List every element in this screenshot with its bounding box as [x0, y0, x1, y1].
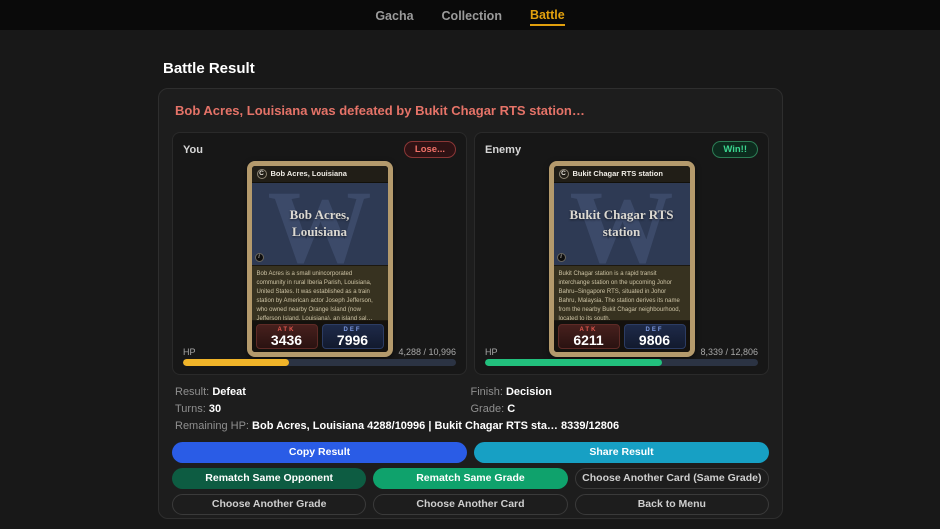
player-panel-you: You Lose... C Bob Acres, Louisiana W Bob…: [172, 131, 467, 375]
nav-item-battle[interactable]: Battle: [529, 4, 565, 27]
hp-bar: [183, 358, 456, 366]
card-art: W Bukit Chagar RTS station i: [553, 182, 690, 265]
top-nav: Gacha Collection Battle: [0, 0, 940, 30]
side-label: Enemy: [485, 143, 522, 156]
choose-another-grade-button[interactable]: Choose Another Grade: [172, 493, 367, 515]
remaining-hp-value: Bob Acres, Louisiana 4288/10996 | Bukit …: [252, 419, 620, 432]
info-icon[interactable]: i: [254, 252, 264, 262]
hp-value: 4,288 / 10,996: [398, 346, 456, 357]
button-row-2: Rematch Same Opponent Rematch Same Grade…: [172, 467, 769, 489]
hp-row: HP 8,339 / 12,806: [485, 347, 758, 357]
card-name: Bob Acres, Louisiana: [270, 169, 347, 179]
copy-result-button[interactable]: Copy Result: [172, 441, 467, 463]
player-panel-header: You Lose...: [183, 140, 456, 159]
result-value: Defeat: [212, 385, 246, 398]
battle-row: You Lose... C Bob Acres, Louisiana W Bob…: [172, 131, 769, 375]
player-panel-header: Enemy Win!!: [485, 140, 758, 159]
player-panel-enemy: Enemy Win!! C Bukit Chagar RTS station W…: [474, 131, 769, 375]
choose-another-card-same-grade-button[interactable]: Choose Another Card (Same Grade): [574, 467, 769, 489]
back-to-menu-button[interactable]: Back to Menu: [574, 493, 769, 515]
hp-label: HP: [183, 346, 196, 357]
grade-label: Grade:: [470, 402, 505, 415]
summary-turns: Turns: 30: [175, 403, 471, 415]
atk-stat: ATK 3436: [255, 323, 318, 349]
lose-badge: Lose...: [403, 140, 456, 159]
result-message: Bob Acres, Louisiana was defeated by Buk…: [175, 103, 585, 118]
side-label: You: [183, 143, 203, 156]
summary-finish: Finish: Decision: [471, 386, 767, 398]
card-title: Bukit Chagar RTS station: [569, 206, 674, 239]
card-header: C Bob Acres, Louisiana: [251, 165, 388, 183]
finish-label: Finish:: [470, 385, 503, 398]
hp-label: HP: [485, 346, 498, 357]
summary-grade: Grade: C: [471, 403, 767, 415]
result-summary: Result: Defeat Finish: Decision Turns: 3…: [172, 386, 769, 432]
card-grade-badge: C: [256, 168, 267, 179]
atk-stat: ATK 6211: [557, 323, 620, 349]
turns-label: Turns:: [175, 402, 206, 415]
card-grade-badge: C: [558, 168, 569, 179]
grade-value: C: [507, 402, 516, 415]
page-title: Battle Result: [163, 60, 255, 77]
hp-fill: [183, 358, 290, 366]
card-header: C Bukit Chagar RTS station: [553, 165, 690, 183]
card-description: Bob Acres is a small unincorporated comm…: [251, 264, 388, 321]
summary-remaining-hp: Remaining HP: Bob Acres, Louisiana 4288/…: [175, 420, 766, 432]
battle-result-panel: Bob Acres, Louisiana was defeated by Buk…: [158, 88, 783, 519]
card-you: C Bob Acres, Louisiana W Bob Acres, Loui…: [246, 160, 393, 357]
card-art: W Bob Acres, Louisiana i: [251, 182, 388, 265]
button-row-3: Choose Another Grade Choose Another Card…: [172, 493, 769, 515]
hp-value: 8,339 / 12,806: [700, 346, 758, 357]
hp-row: HP 4,288 / 10,996: [183, 347, 456, 357]
info-icon[interactable]: i: [556, 252, 566, 262]
def-stat: DEF 9806: [623, 323, 686, 349]
rematch-same-opponent-button[interactable]: Rematch Same Opponent: [172, 467, 367, 489]
win-badge: Win!!: [712, 140, 758, 159]
result-label: Result:: [175, 385, 210, 398]
card-description: Bukit Chagar station is a rapid transit …: [553, 264, 690, 321]
card-name: Bukit Chagar RTS station: [572, 169, 663, 179]
button-row-1: Copy Result Share Result: [172, 441, 769, 463]
summary-result: Result: Defeat: [175, 386, 471, 398]
hp-fill: [485, 358, 663, 366]
remaining-hp-label: Remaining HP:: [175, 419, 249, 432]
finish-value: Decision: [505, 385, 552, 398]
share-result-button[interactable]: Share Result: [474, 441, 769, 463]
hp-bar: [485, 358, 758, 366]
turns-value: 30: [208, 402, 222, 415]
nav-item-gacha[interactable]: Gacha: [375, 5, 413, 26]
def-stat: DEF 7996: [321, 323, 384, 349]
card-enemy: C Bukit Chagar RTS station W Bukit Chaga…: [548, 160, 695, 357]
card-title: Bob Acres, Louisiana: [289, 206, 350, 239]
choose-another-card-button[interactable]: Choose Another Card: [373, 493, 568, 515]
rematch-same-grade-button[interactable]: Rematch Same Grade: [373, 467, 568, 489]
nav-item-collection[interactable]: Collection: [442, 5, 502, 26]
